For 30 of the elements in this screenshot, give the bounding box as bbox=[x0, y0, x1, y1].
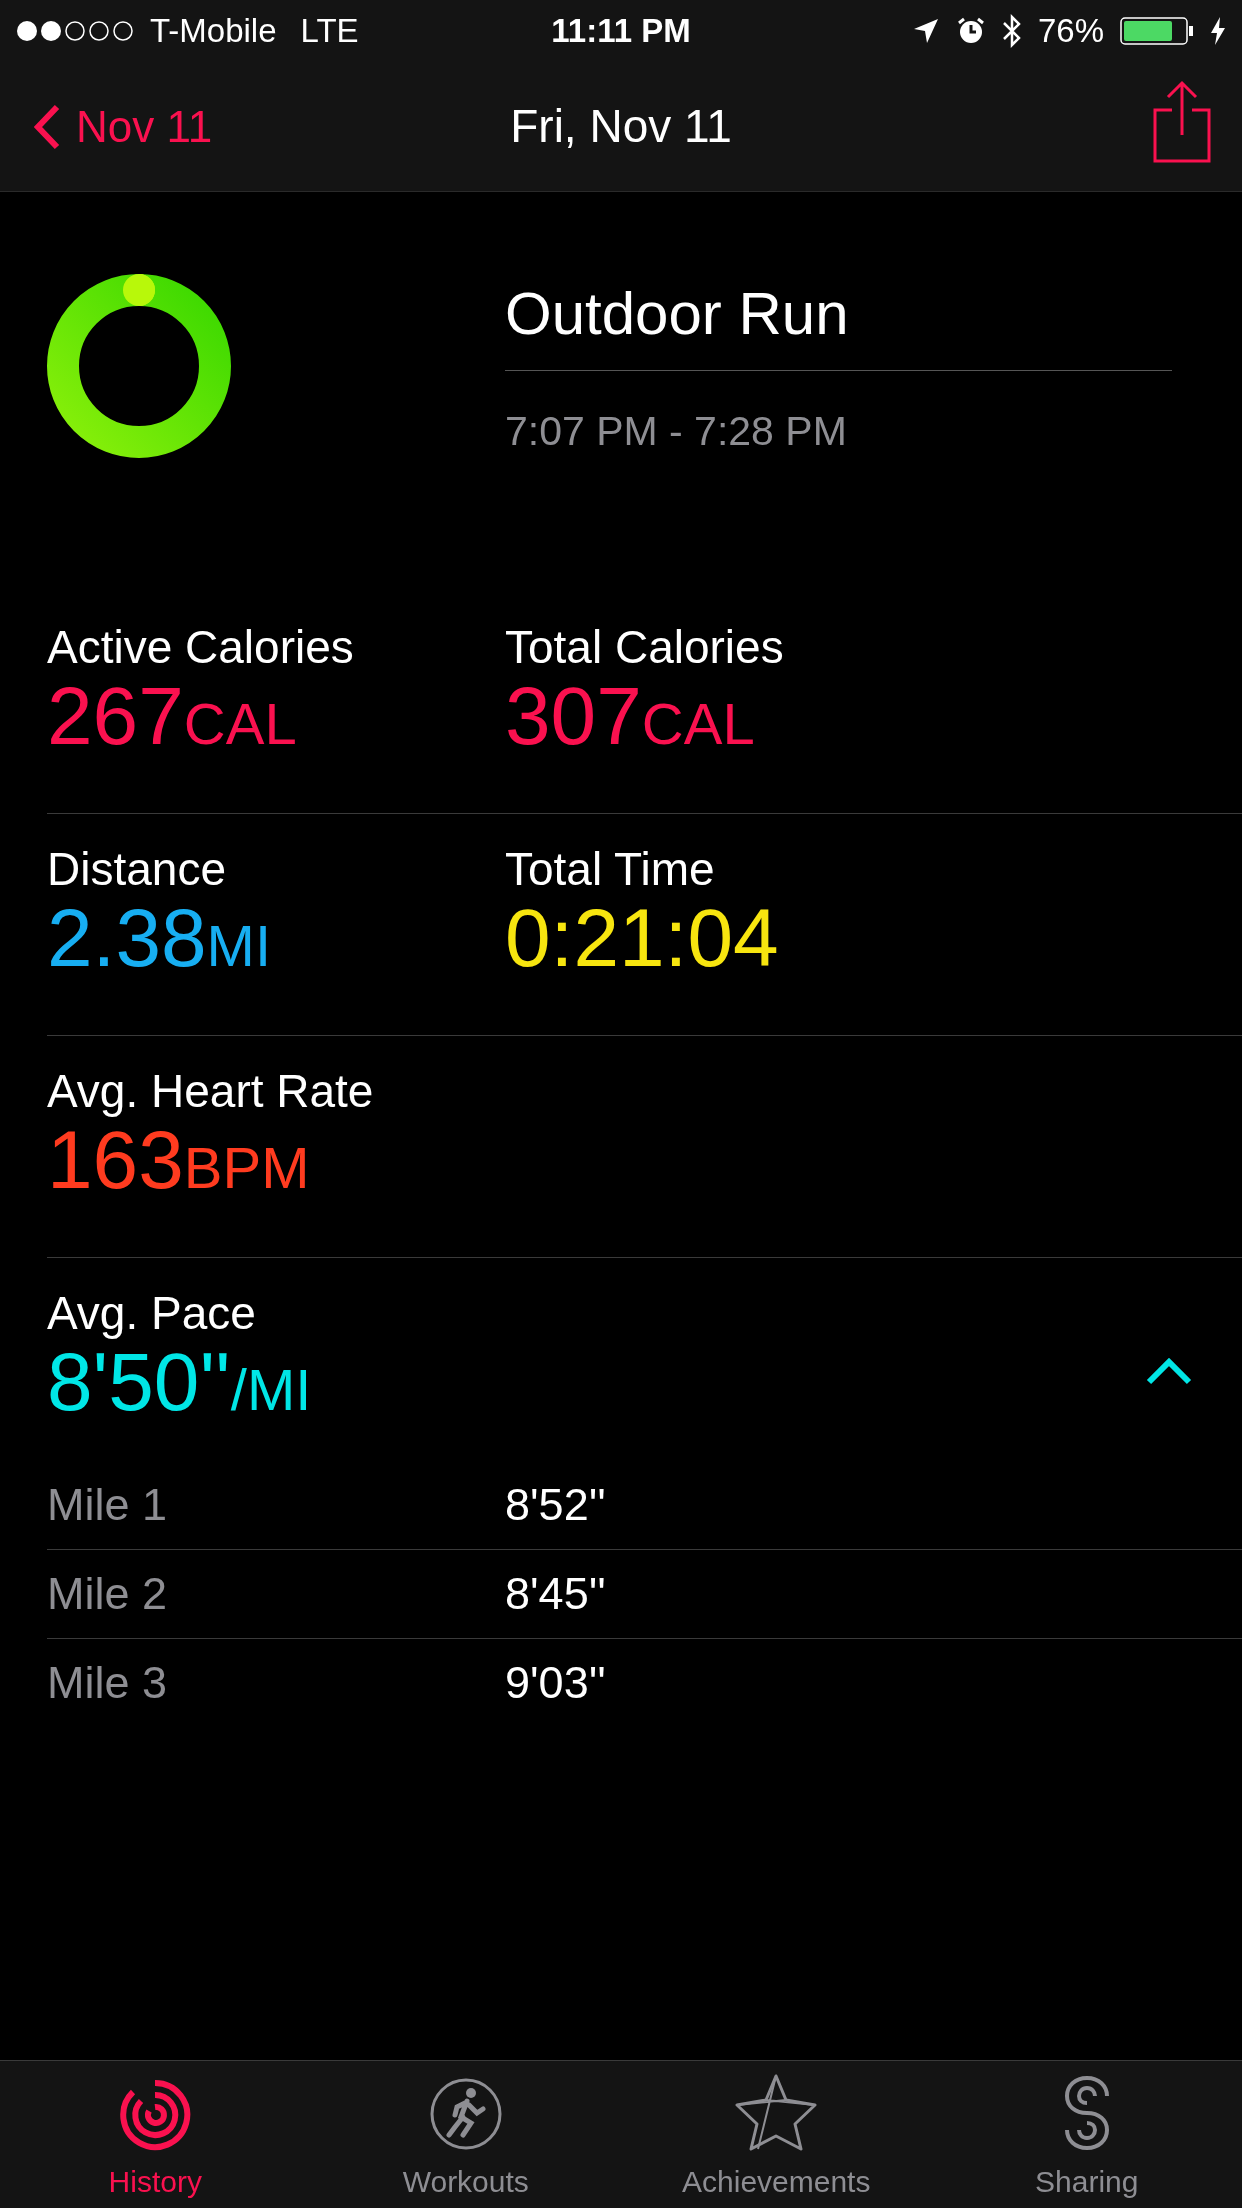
metric-label: Avg. Heart Rate bbox=[47, 1066, 375, 1117]
split-pace: 9'03'' bbox=[505, 1656, 606, 1711]
metric-label: Total Calories bbox=[505, 622, 785, 673]
metric-label: Active Calories bbox=[47, 622, 355, 673]
metric-label: Distance bbox=[47, 844, 227, 895]
split-pace: 8'45'' bbox=[505, 1566, 606, 1621]
metric-value: 307CAL bbox=[505, 672, 756, 759]
metric-value: 8'50''/MI bbox=[47, 1338, 313, 1425]
metric-label: Avg. Pace bbox=[47, 1288, 257, 1339]
metric-value: 163BPM bbox=[47, 1116, 311, 1203]
split-label: Mile 1 bbox=[47, 1477, 169, 1532]
tab[interactable]: Achievements bbox=[621, 2061, 932, 2208]
tab[interactable]: Workouts bbox=[310, 2061, 621, 2208]
battery-percent: 76% bbox=[1037, 11, 1104, 52]
tab[interactable]: History bbox=[0, 2061, 311, 2208]
carrier-name: T-Mobile bbox=[150, 11, 277, 52]
metric-value: 2.38MI bbox=[47, 894, 273, 981]
metric-label: Total Time bbox=[505, 844, 716, 895]
split-pace: 8'52'' bbox=[505, 1477, 606, 1532]
split-label: Mile 2 bbox=[47, 1566, 169, 1621]
metric-value: 267CAL bbox=[47, 672, 298, 759]
metric-value: 0:21:04 bbox=[505, 894, 780, 981]
time-range: 7:07 PM - 7:28 PM bbox=[505, 407, 848, 456]
clock-time: 11:11 PM bbox=[551, 11, 691, 52]
tab[interactable]: Sharing bbox=[931, 2061, 1242, 2208]
workout-name: Outdoor Run bbox=[505, 279, 850, 349]
back-button[interactable]: Nov 11 bbox=[34, 93, 213, 160]
page-title: Fri, Nov 11 bbox=[510, 99, 732, 154]
split-label: Mile 3 bbox=[47, 1656, 169, 1711]
network-type: LTE bbox=[300, 11, 359, 52]
